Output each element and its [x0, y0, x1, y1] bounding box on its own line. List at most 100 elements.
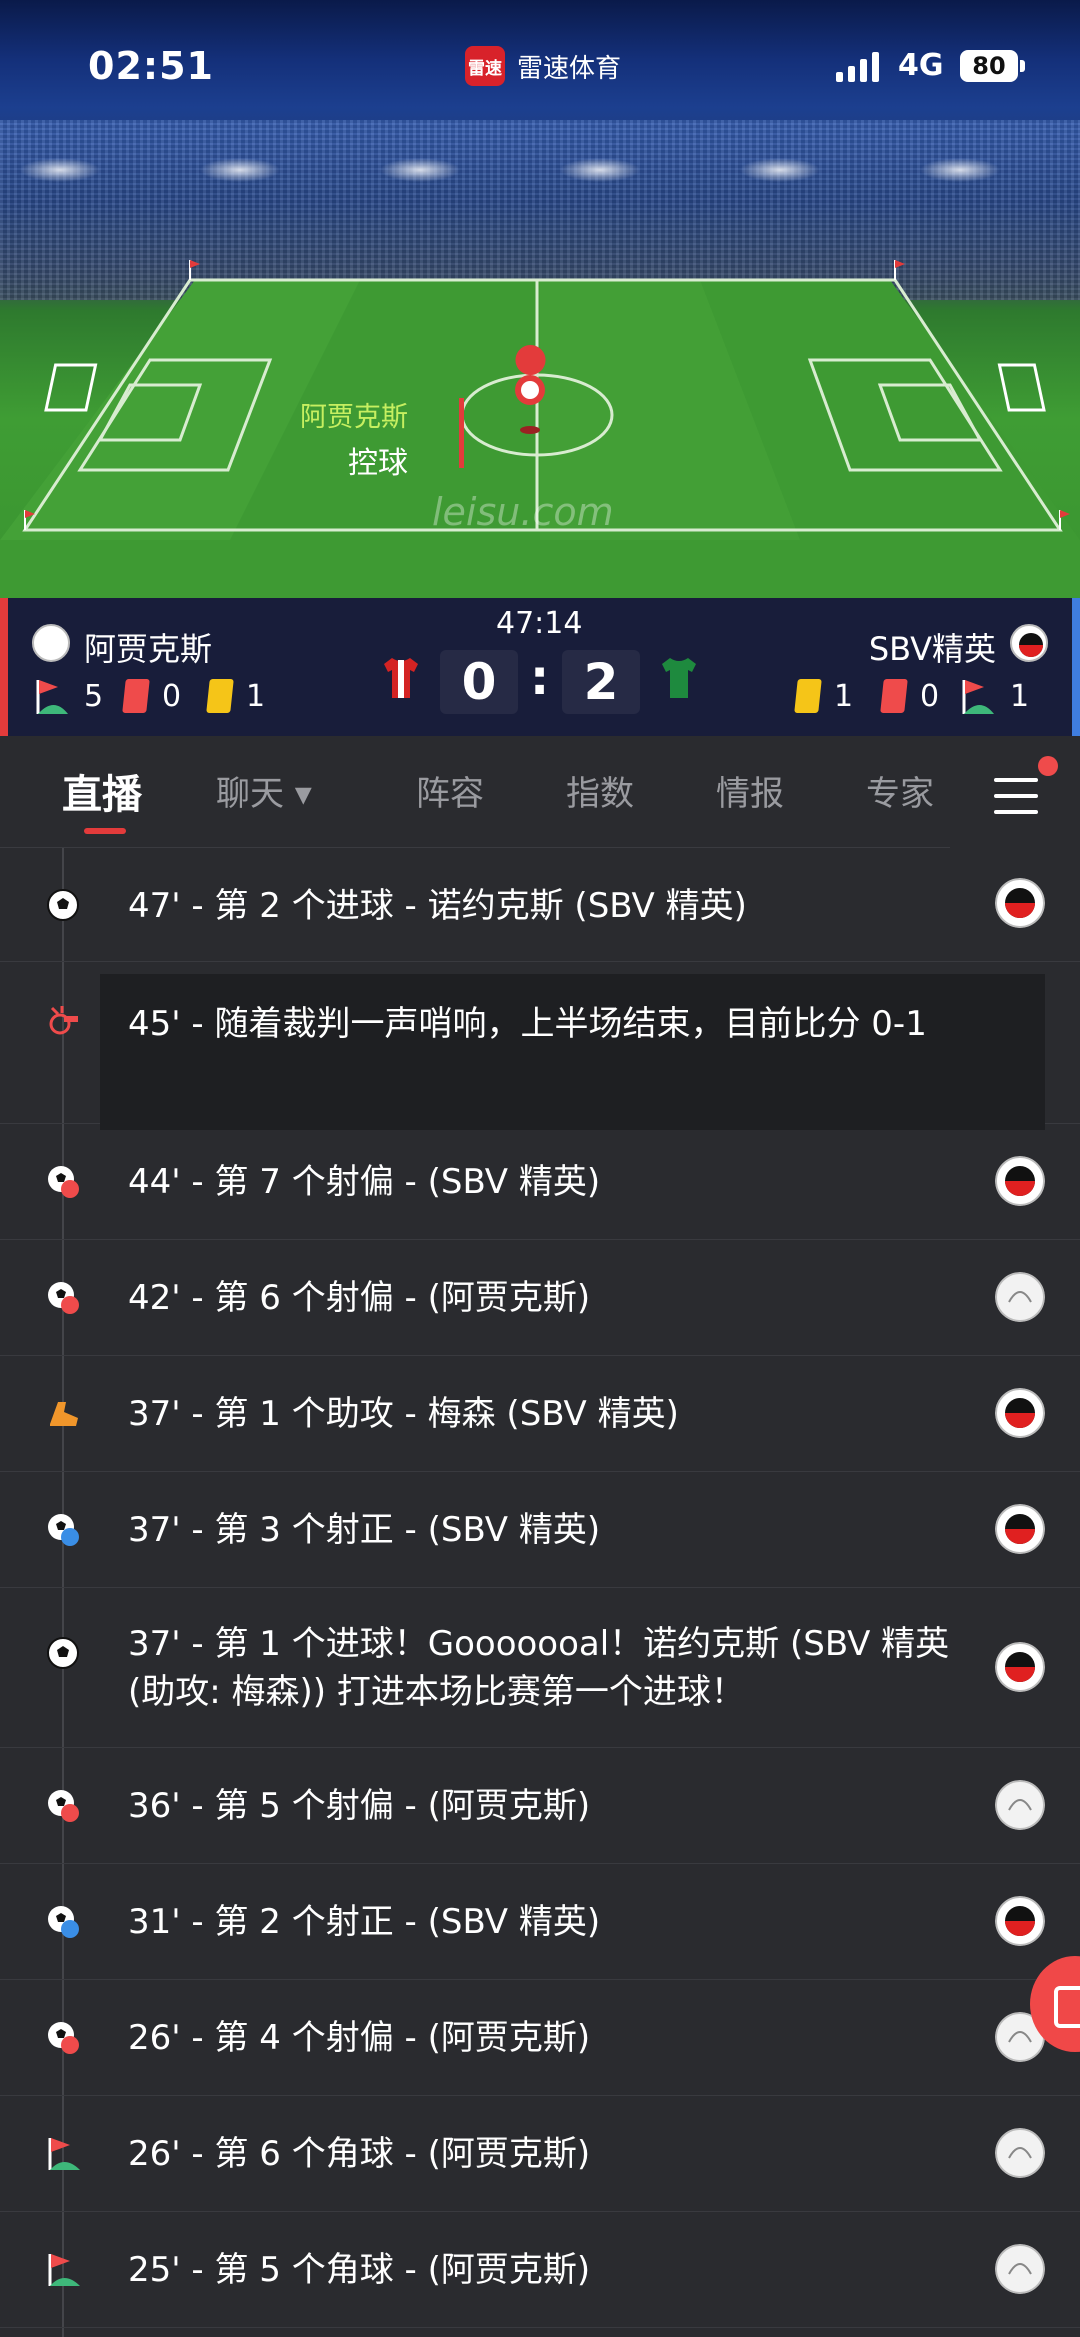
red-card-icon	[880, 679, 908, 713]
event-text: 47' - 第 2 个进球 - 诺约克斯 (SBV 精英)	[128, 886, 747, 926]
home-score: 0	[440, 650, 518, 714]
app-logo: 雷速	[465, 46, 505, 86]
home-team-crest-icon	[32, 624, 70, 662]
red-card-icon	[122, 679, 150, 713]
tab-lineup[interactable]: 阵容	[416, 766, 484, 815]
away-yellow-stat: 1	[794, 676, 854, 716]
away-team-crest-icon	[1010, 624, 1048, 662]
possession-indicator: 阿贾克斯 控球	[300, 395, 408, 482]
event-text: 26' - 第 4 个射偏 - (阿贾克斯)	[128, 2018, 591, 2058]
home-team-name: 阿贾克斯	[84, 630, 213, 668]
yellow-card-icon	[794, 679, 822, 713]
away-score: 2	[562, 650, 640, 714]
event-row[interactable]: 37' - 第 1 个进球！Gooooooal！诺约克斯 (SBV 精英 (助攻…	[0, 1588, 1080, 1748]
pitch-field	[0, 260, 1080, 598]
home-red-stat: 0	[122, 676, 182, 716]
corner-flag-icon	[36, 680, 68, 714]
home-team-crest-icon	[995, 2244, 1045, 2294]
event-text: 44' - 第 7 个射偏 - (SBV 精英)	[128, 1162, 601, 1202]
event-row[interactable]: 31' - 第 2 个射正 - (SBV 精英)	[0, 1864, 1080, 1980]
ball-icon	[44, 886, 82, 924]
tab-experts[interactable]: 专家	[866, 766, 934, 815]
network-type: 4G	[898, 48, 944, 83]
event-row[interactable]: 47' - 第 2 个进球 - 诺约克斯 (SBV 精英)	[0, 848, 1080, 962]
event-text: 45' - 随着裁判一声哨响，上半场结束，目前比分 0-1	[128, 1004, 927, 1044]
event-text: 42' - 第 6 个射偏 - (阿贾克斯)	[128, 1278, 591, 1318]
event-text: 36' - 第 5 个射偏 - (阿贾克斯)	[128, 1786, 591, 1826]
stadium-lights	[0, 140, 1080, 200]
menu-icon[interactable]	[994, 778, 1038, 814]
pitch-visual: 阿贾克斯 控球 leisu.com 02:51 雷速 雷速体育 4G 80	[0, 0, 1080, 598]
shot-on-icon	[44, 1902, 82, 1940]
tab-bar: 直播 聊天 ▾ 阵容 指数 情报 专家	[0, 736, 1080, 848]
home-jersey-icon	[384, 658, 418, 698]
app-brand: 雷速 雷速体育	[465, 46, 621, 86]
yellow-card-icon	[206, 679, 234, 713]
battery-tip	[1020, 60, 1025, 72]
tab-intel[interactable]: 情报	[716, 766, 784, 815]
notification-dot	[1038, 756, 1058, 776]
home-team-crest-icon	[995, 2128, 1045, 2178]
corner-flag-icon	[44, 2250, 82, 2288]
event-text: 25' - 第 5 个角球 - (阿贾克斯)	[128, 2250, 591, 2290]
away-jersey-icon	[662, 658, 696, 698]
event-text: 37' - 第 1 个助攻 - 梅森 (SBV 精英)	[128, 1394, 679, 1434]
tab-chat[interactable]: 聊天 ▾	[216, 766, 312, 815]
away-corners: 1	[1010, 678, 1030, 714]
active-tab-indicator	[84, 828, 126, 834]
event-row[interactable]: 26' - 第 6 个角球 - (阿贾克斯)	[0, 2096, 1080, 2212]
home-yellow-stat: 1	[206, 676, 266, 716]
away-team-crest-icon	[995, 1388, 1045, 1438]
whistle-icon	[44, 1002, 82, 1040]
away-team-crest-icon	[995, 1504, 1045, 1554]
home-team-crest-icon	[995, 1272, 1045, 1322]
home-corner-stat: 5	[34, 676, 103, 716]
assist-boot-icon	[44, 1394, 82, 1432]
away-red-stat: 0	[880, 676, 940, 716]
event-row[interactable]: 36' - 第 5 个射偏 - (阿贾克斯)	[0, 1748, 1080, 1864]
score-bar[interactable]: 阿贾克斯 47:14 SBV精英 5 0 1 0 : 2 1 0 1	[0, 598, 1080, 736]
status-time: 02:51	[88, 44, 214, 88]
shot-off-icon	[44, 1162, 82, 1200]
home-red-cards: 0	[162, 678, 182, 714]
event-row[interactable]: 26' - 第 4 个射偏 - (阿贾克斯)	[0, 1980, 1080, 2096]
event-highlight-background	[100, 974, 1045, 1130]
away-yellow-cards: 1	[834, 678, 854, 714]
event-text: 37' - 第 1 个进球！Gooooooal！诺约克斯 (SBV 精英 (助攻…	[128, 1624, 950, 1712]
away-red-cards: 0	[920, 678, 940, 714]
corner-flag-icon	[44, 2134, 82, 2172]
away-team-crest-icon	[995, 1642, 1045, 1692]
home-team-crest-icon	[995, 1780, 1045, 1830]
shot-off-icon	[44, 2018, 82, 2056]
battery-icon: 80	[960, 50, 1018, 82]
event-row[interactable]: 42' - 第 6 个射偏 - (阿贾克斯)	[0, 1240, 1080, 1356]
event-row[interactable]: 45' - 随着裁判一声哨响，上半场结束，目前比分 0-1	[0, 962, 1080, 1130]
possession-label: 控球	[348, 446, 408, 481]
live-feed[interactable]: 47' - 第 2 个进球 - 诺约克斯 (SBV 精英) 45' - 随着裁判一…	[0, 848, 1080, 2337]
event-row[interactable]: 44' - 第 7 个射偏 - (SBV 精英)	[0, 1124, 1080, 1240]
event-row[interactable]: 37' - 第 1 个助攻 - 梅森 (SBV 精英)	[0, 1356, 1080, 1472]
signal-icon	[836, 52, 879, 82]
event-row[interactable]: 37' - 第 3 个射正 - (SBV 精英)	[0, 1472, 1080, 1588]
ball-icon	[44, 1634, 82, 1672]
possession-bar	[459, 398, 464, 468]
event-text: 31' - 第 2 个射正 - (SBV 精英)	[128, 1902, 601, 1942]
shot-off-icon	[44, 1278, 82, 1316]
away-team-crest-icon	[995, 1156, 1045, 1206]
app-name: 雷速体育	[517, 53, 622, 84]
away-team-name: SBV精英	[868, 630, 996, 668]
tab-odds[interactable]: 指数	[566, 766, 634, 815]
away-team-crest-icon	[995, 878, 1045, 928]
shot-on-icon	[44, 1510, 82, 1548]
event-text: 37' - 第 3 个射正 - (SBV 精英)	[128, 1510, 601, 1550]
score-separator: :	[530, 650, 550, 706]
status-bar: 02:51 雷速 雷速体育 4G 80	[0, 40, 1080, 96]
possession-team: 阿贾克斯	[300, 402, 408, 433]
event-text: 26' - 第 6 个角球 - (阿贾克斯)	[128, 2134, 591, 2174]
watermark: leisu.com	[432, 490, 614, 534]
home-yellow-cards: 1	[246, 678, 266, 714]
event-row[interactable]: 25' - 第 5 个角球 - (阿贾克斯)	[0, 2212, 1080, 2328]
tab-live[interactable]: 直播	[62, 762, 142, 820]
away-team-crest-icon	[995, 1896, 1045, 1946]
shot-off-icon	[44, 1786, 82, 1824]
